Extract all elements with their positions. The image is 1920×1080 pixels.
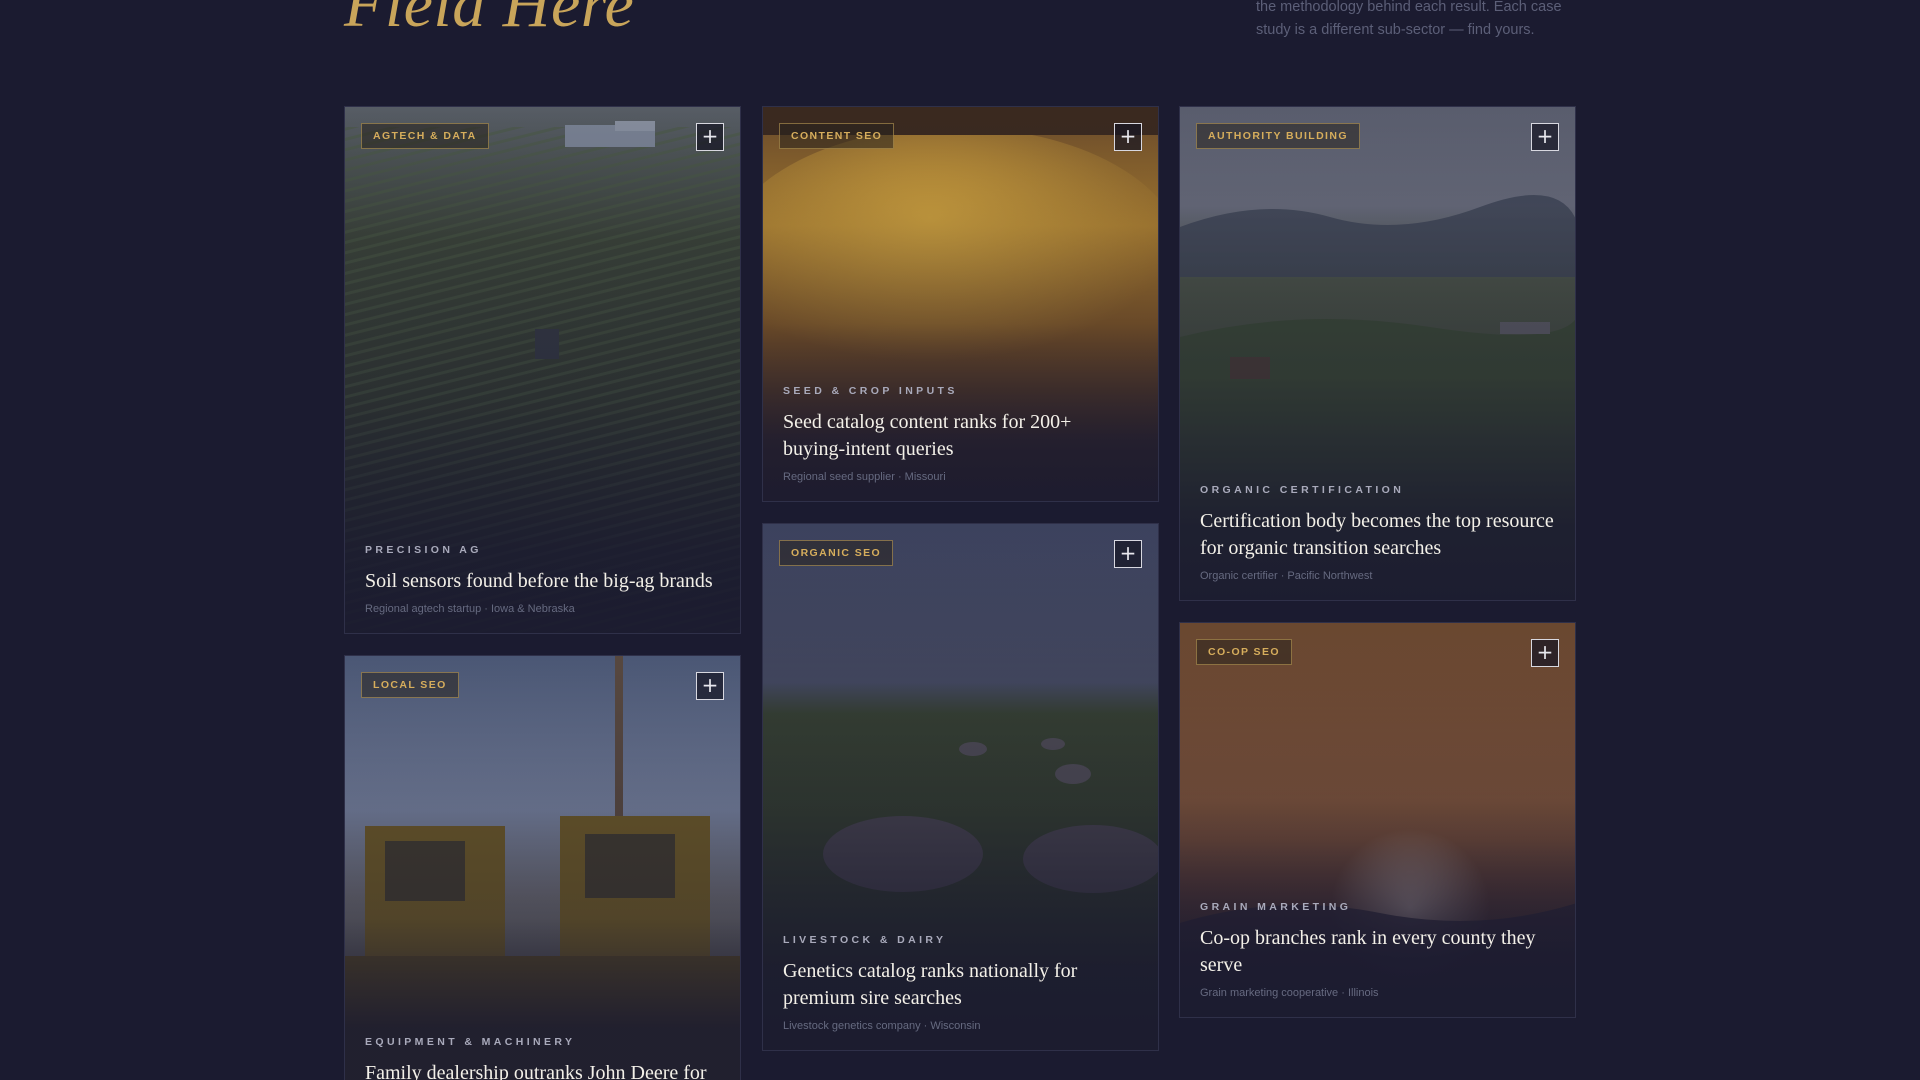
- card-title: Seed catalog content ranks for 200+ buyi…: [783, 411, 1072, 460]
- category-badge: CONTENT SEO: [779, 123, 895, 149]
- case-study-card-grain[interactable]: CO-OP SEO + GRAIN MARKETING Co-op branch…: [1179, 622, 1576, 1018]
- expand-plus-button[interactable]: +: [1531, 123, 1559, 151]
- expand-plus-button[interactable]: +: [1531, 639, 1559, 667]
- case-studies-section: Field Here the methodology behind each r…: [0, 0, 1920, 1080]
- case-study-card-organic-cert[interactable]: AUTHORITY BUILDING + ORGANIC CERTIFICATI…: [1179, 106, 1576, 601]
- card-meta: Grain marketing cooperative · Illinois: [1200, 987, 1379, 999]
- card-body: LIVESTOCK & DAIRY Genetics catalog ranks…: [783, 934, 1138, 1032]
- card-title: Certification body becomes the top resou…: [1200, 510, 1554, 559]
- card-kicker: ORGANIC CERTIFICATION: [1200, 484, 1405, 496]
- section-intro: the methodology behind each result. Each…: [1256, 0, 1562, 38]
- section-heading: Field Here: [344, 0, 635, 41]
- card-kicker: LIVESTOCK & DAIRY: [783, 934, 947, 946]
- card-title: Genetics catalog ranks nationally for pr…: [783, 960, 1078, 1009]
- card-body: ORGANIC CERTIFICATION Certification body…: [1200, 484, 1555, 582]
- card-title: Co-op branches rank in every county they…: [1200, 927, 1536, 976]
- case-study-card-precision-ag[interactable]: AGTECH & DATA + PRECISION AG Soil sensor…: [344, 106, 741, 634]
- card-kicker: PRECISION AG: [365, 544, 482, 556]
- card-meta: Livestock genetics company · Wisconsin: [783, 1020, 981, 1032]
- card-body: GRAIN MARKETING Co-op branches rank in e…: [1200, 901, 1555, 999]
- expand-plus-button[interactable]: +: [1114, 123, 1142, 151]
- expand-plus-button[interactable]: +: [696, 672, 724, 700]
- category-badge: ORGANIC SEO: [779, 540, 894, 566]
- expand-plus-button[interactable]: +: [1114, 540, 1142, 568]
- card-kicker: EQUIPMENT & MACHINERY: [365, 1036, 576, 1048]
- case-study-card-livestock[interactable]: ORGANIC SEO + LIVESTOCK & DAIRY Genetics…: [762, 523, 1159, 1051]
- case-study-card-equipment[interactable]: LOCAL SEO + EQUIPMENT & MACHINERY Family…: [344, 655, 741, 1080]
- category-badge: LOCAL SEO: [361, 672, 459, 698]
- card-title: Family dealership outranks John Deere fo…: [365, 1062, 707, 1080]
- card-meta: Organic certifier · Pacific Northwest: [1200, 570, 1373, 582]
- card-title: Soil sensors found before the big-ag bra…: [365, 570, 713, 592]
- card-meta: Regional agtech startup · Iowa & Nebrask…: [365, 603, 575, 615]
- category-badge: CO-OP SEO: [1196, 639, 1292, 665]
- category-badge: AUTHORITY BUILDING: [1196, 123, 1360, 149]
- card-body: PRECISION AG Soil sensors found before t…: [365, 544, 720, 615]
- card-overlay: [345, 656, 740, 1080]
- card-body: SEED & CROP INPUTS Seed catalog content …: [783, 385, 1138, 483]
- card-kicker: GRAIN MARKETING: [1200, 901, 1352, 913]
- card-kicker: SEED & CROP INPUTS: [783, 385, 958, 397]
- card-body: EQUIPMENT & MACHINERY Family dealership …: [365, 1036, 720, 1080]
- case-study-card-seed-crop[interactable]: CONTENT SEO + SEED & CROP INPUTS Seed ca…: [762, 106, 1159, 502]
- expand-plus-button[interactable]: +: [696, 123, 724, 151]
- card-meta: Regional seed supplier · Missouri: [783, 471, 946, 483]
- category-badge: AGTECH & DATA: [361, 123, 489, 149]
